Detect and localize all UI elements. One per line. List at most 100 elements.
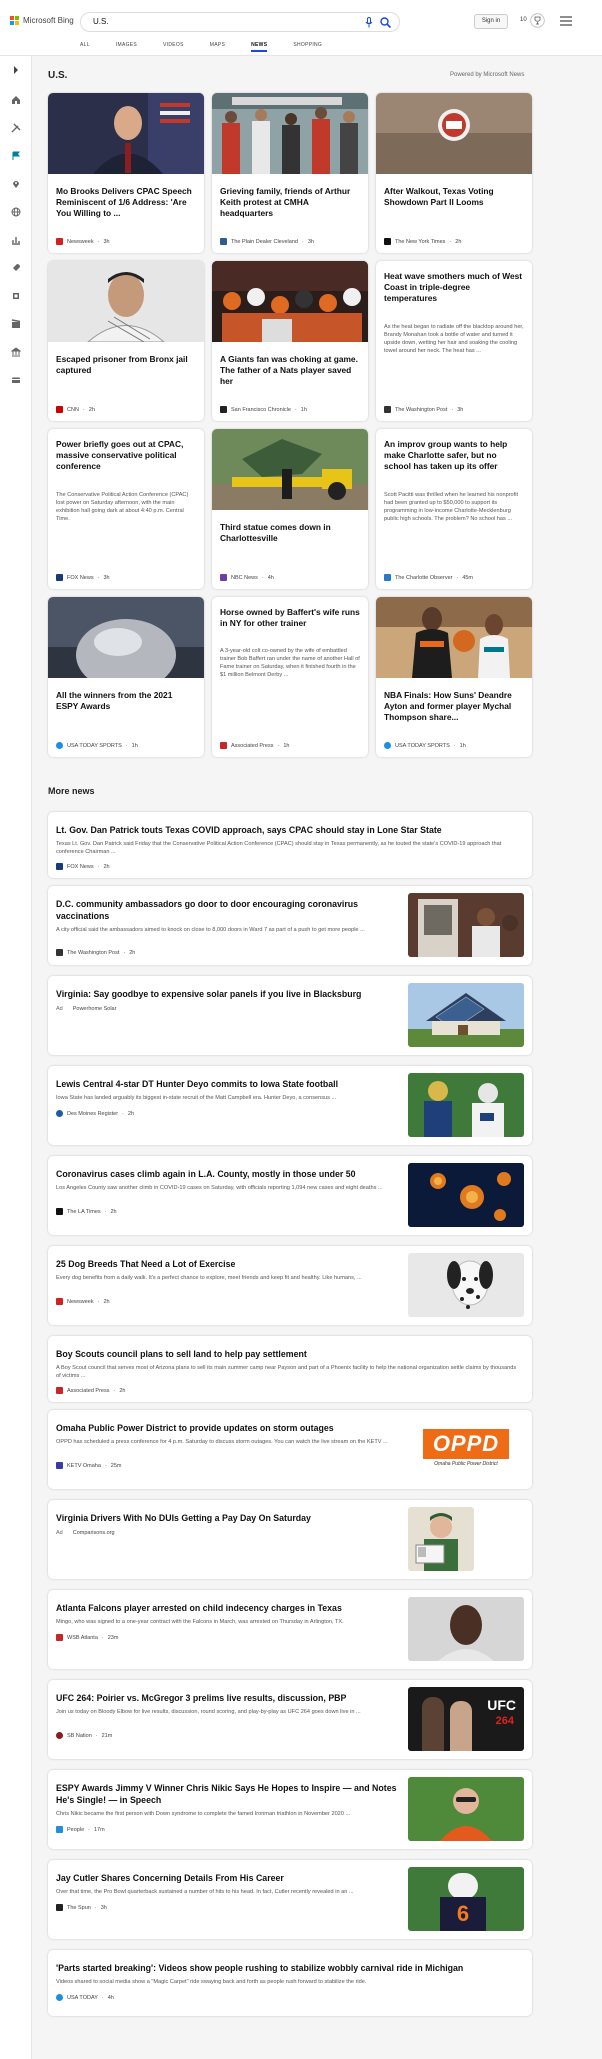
tab-maps[interactable]: MAPS — [210, 42, 225, 48]
rewards-trophy-icon[interactable] — [530, 13, 545, 28]
source-time: 3h — [103, 574, 110, 581]
row-title[interactable]: Virginia: Say goodbye to expensive solar… — [56, 988, 402, 1000]
source-time: 45m — [462, 574, 474, 581]
source-logo-icon — [56, 1634, 63, 1641]
card-image — [212, 93, 368, 174]
ad-row[interactable]: Virginia Drivers With No DUIs Getting a … — [48, 1500, 532, 1579]
news-card[interactable]: Third statue comes down in Charlottesvil… — [212, 429, 368, 589]
news-card[interactable]: Grieving family, friends of Arthur Keith… — [212, 93, 368, 253]
rewards-points[interactable]: 10 — [520, 17, 527, 23]
card-title[interactable]: After Walkout, Texas Voting Showdown Par… — [384, 186, 524, 208]
news-card[interactable]: A Giants fan was choking at game. The fa… — [212, 261, 368, 421]
row-title[interactable]: UFC 264: Poirier vs. McGregor 3 prelims … — [56, 1692, 402, 1704]
row-title[interactable]: Lt. Gov. Dan Patrick touts Texas COVID a… — [56, 824, 520, 836]
search-icon[interactable] — [380, 17, 391, 28]
news-row[interactable]: UFC 264: Poirier vs. McGregor 3 prelims … — [48, 1680, 532, 1759]
news-row[interactable]: Coronavirus cases climb again in L.A. Co… — [48, 1156, 532, 1235]
clapper-icon — [11, 319, 21, 328]
card-title[interactable]: Mo Brooks Delivers CPAC Speech Reminisce… — [56, 186, 196, 219]
row-title[interactable]: Atlanta Falcons player arrested on child… — [56, 1602, 402, 1614]
row-title[interactable]: 'Parts started breaking': Videos show pe… — [56, 1962, 520, 1974]
tab-news[interactable]: NEWS — [251, 42, 268, 52]
row-source: People · 17m — [56, 1826, 105, 1833]
news-row[interactable]: Lewis Central 4-star DT Hunter Deyo comm… — [48, 1066, 532, 1145]
bing-logo[interactable]: Microsoft Bing — [10, 16, 74, 25]
news-card[interactable]: Heat wave smothers much of West Coast in… — [376, 261, 532, 421]
news-row[interactable]: 'Parts started breaking': Videos show pe… — [48, 1950, 532, 2016]
rail-coronavirus[interactable] — [8, 120, 24, 136]
source-time: 2h — [119, 1387, 126, 1394]
row-title[interactable]: Virginia Drivers With No DUIs Getting a … — [56, 1512, 402, 1524]
news-card[interactable]: NBA Finals: How Suns' Deandre Ayton and … — [376, 597, 532, 757]
microphone-icon[interactable] — [365, 17, 373, 28]
card-title[interactable]: Heat wave smothers much of West Coast in… — [384, 271, 524, 304]
source-name: The LA Times — [67, 1208, 101, 1215]
card-title[interactable]: Third statue comes down in Charlottesvil… — [220, 522, 360, 544]
tab-images[interactable]: IMAGES — [116, 42, 137, 48]
search-input[interactable]: U.S. — [93, 17, 109, 26]
rail-business[interactable] — [8, 344, 24, 360]
source-name: Newsweek — [67, 1298, 94, 1305]
expand-rail-button[interactable] — [8, 62, 24, 78]
news-row[interactable]: Lt. Gov. Dan Patrick touts Texas COVID a… — [48, 812, 532, 878]
top-bar: Microsoft Bing U.S. Sign in 10 ALL IMAGE… — [0, 0, 602, 56]
news-card[interactable]: All the winners from the 2021 ESPY Award… — [48, 597, 204, 757]
card-icon — [12, 377, 20, 383]
news-card[interactable]: An improv group wants to help make Charl… — [376, 429, 532, 589]
rail-money[interactable] — [8, 372, 24, 388]
card-title[interactable]: A Giants fan was choking at game. The fa… — [220, 354, 360, 387]
row-title[interactable]: 25 Dog Breeds That Need a Lot of Exercis… — [56, 1258, 402, 1270]
source-time: 3h — [100, 1904, 107, 1911]
news-row[interactable]: Atlanta Falcons player arrested on child… — [48, 1590, 532, 1669]
source-name: Newsweek — [67, 238, 94, 245]
card-title[interactable]: Grieving family, friends of Arthur Keith… — [220, 186, 360, 219]
sign-in-button[interactable]: Sign in — [474, 14, 508, 29]
tab-shopping[interactable]: SHOPPING — [293, 42, 322, 48]
row-title[interactable]: ESPY Awards Jimmy V Winner Chris Nikic S… — [56, 1782, 402, 1806]
row-title[interactable]: Omaha Public Power District to provide u… — [56, 1422, 402, 1434]
source-name: Associated Press — [67, 1387, 110, 1394]
rail-local[interactable] — [8, 176, 24, 192]
news-card[interactable]: Mo Brooks Delivers CPAC Speech Reminisce… — [48, 93, 204, 253]
tab-videos[interactable]: VIDEOS — [163, 42, 184, 48]
card-title[interactable]: All the winners from the 2021 ESPY Award… — [56, 690, 196, 712]
news-row[interactable]: Omaha Public Power District to provide u… — [48, 1410, 532, 1489]
row-title[interactable]: Lewis Central 4-star DT Hunter Deyo comm… — [56, 1078, 402, 1090]
rail-home[interactable] — [8, 92, 24, 108]
search-box[interactable]: U.S. — [80, 12, 400, 32]
rail-us[interactable] — [8, 148, 24, 164]
rail-politics[interactable] — [8, 232, 24, 248]
news-row[interactable]: 25 Dog Breeds That Need a Lot of Exercis… — [48, 1246, 532, 1325]
ad-row[interactable]: Virginia: Say goodbye to expensive solar… — [48, 976, 532, 1055]
row-title[interactable]: Coronavirus cases climb again in L.A. Co… — [56, 1168, 402, 1180]
hamburger-menu-icon[interactable] — [560, 16, 572, 26]
news-card[interactable]: Horse owned by Baffert's wife runs in NY… — [212, 597, 368, 757]
news-card[interactable]: Escaped prisoner from Bronx jail capture… — [48, 261, 204, 421]
news-row[interactable]: D.C. community ambassadors go door to do… — [48, 886, 532, 965]
ad-label: Ad — [56, 1006, 63, 1012]
card-source: NBC News · 4h — [220, 574, 274, 581]
row-title[interactable]: Boy Scouts council plans to sell land to… — [56, 1348, 520, 1360]
rail-entertainment[interactable] — [8, 316, 24, 332]
news-row[interactable]: Boy Scouts council plans to sell land to… — [48, 1336, 532, 1402]
row-title[interactable]: D.C. community ambassadors go door to do… — [56, 898, 402, 922]
news-card[interactable]: Power briefly goes out at CPAC, massive … — [48, 429, 204, 589]
card-title[interactable]: Horse owned by Baffert's wife runs in NY… — [220, 607, 360, 629]
tab-all[interactable]: ALL — [80, 42, 90, 48]
card-title[interactable]: NBA Finals: How Suns' Deandre Ayton and … — [384, 690, 524, 723]
source-logo-icon — [384, 574, 391, 581]
rail-technology[interactable] — [8, 288, 24, 304]
ad-label: Ad — [56, 1530, 63, 1536]
news-row[interactable]: Jay Cutler Shares Concerning Details Fro… — [48, 1860, 532, 1939]
rail-world[interactable] — [8, 204, 24, 220]
news-card[interactable]: After Walkout, Texas Voting Showdown Par… — [376, 93, 532, 253]
rail-science[interactable] — [8, 260, 24, 276]
card-excerpt: As the heat began to radiate off the bla… — [384, 324, 524, 354]
news-row[interactable]: ESPY Awards Jimmy V Winner Chris Nikic S… — [48, 1770, 532, 1849]
row-title[interactable]: Jay Cutler Shares Concerning Details Fro… — [56, 1872, 402, 1884]
card-source: CNN · 2h — [56, 406, 95, 413]
card-title[interactable]: Escaped prisoner from Bronx jail capture… — [56, 354, 196, 376]
card-title[interactable]: An improv group wants to help make Charl… — [384, 439, 524, 472]
card-title[interactable]: Power briefly goes out at CPAC, massive … — [56, 439, 196, 472]
row-source: WSB Atlanta · 23m — [56, 1634, 118, 1641]
